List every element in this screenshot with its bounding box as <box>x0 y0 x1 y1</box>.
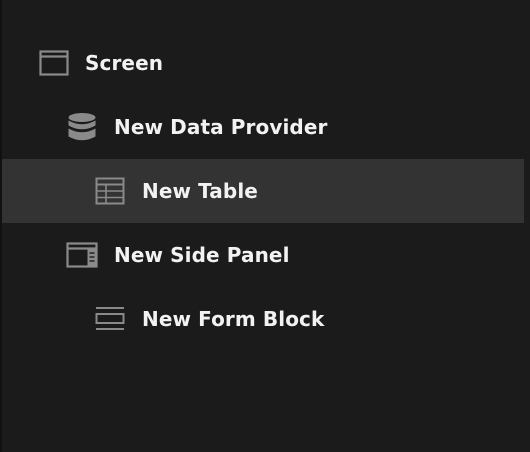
screen-icon <box>38 31 70 95</box>
tree-item-new-side-panel[interactable]: New Side Panel <box>2 223 524 287</box>
tree-item-new-table[interactable]: New Table <box>2 159 524 223</box>
form-block-icon <box>94 287 126 351</box>
table-icon <box>94 159 126 223</box>
tree-item-label: New Side Panel <box>114 243 290 267</box>
tree-item-label: Screen <box>85 51 164 75</box>
tree-item-new-form-block[interactable]: New Form Block <box>2 287 524 351</box>
tree-item-screen[interactable]: Screen <box>2 31 524 95</box>
tree-item-label: New Table <box>142 179 258 203</box>
tree-item-label: New Data Provider <box>114 115 328 139</box>
tree-item-label: New Form Block <box>142 307 325 331</box>
tree-item-new-data-provider[interactable]: New Data Provider <box>2 95 524 159</box>
side-panel-icon <box>66 223 98 287</box>
database-icon <box>66 95 98 159</box>
layer-tree-panel: Screen New Data Provider New Table New S… <box>0 0 530 452</box>
